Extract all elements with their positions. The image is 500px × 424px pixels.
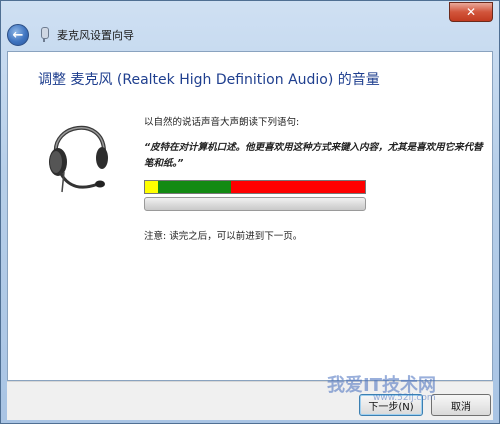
microphone-icon: [39, 27, 49, 43]
close-button[interactable]: ✕: [449, 2, 493, 22]
meter-segment-green: [158, 181, 231, 193]
back-button[interactable]: ←: [7, 24, 29, 46]
meter-segment-red: [230, 181, 365, 193]
back-arrow-icon: ←: [12, 27, 24, 43]
close-icon: ✕: [465, 5, 477, 19]
page-heading: 调整 麦克风 (Realtek High Definition Audio) 的…: [38, 72, 380, 88]
window-title: 麦克风设置向导: [57, 29, 134, 42]
instruction-text: 以自然的说话声音大声朗读下列语句:: [144, 117, 300, 128]
headset-icon: [49, 125, 108, 193]
meter-segment-yellow: [145, 181, 159, 193]
wizard-content: 调整 麦克风 (Realtek High Definition Audio) 的…: [7, 51, 493, 381]
quote-text: “皮特在对计算机口述。他更喜欢用这种方式来键入内容，尤其是喜欢用它来代替笔和纸。…: [144, 142, 483, 169]
cancel-button[interactable]: 取消: [431, 394, 491, 416]
wizard-window: ✕ ← 麦克风设置向导 调整 麦克风 (Realtek High Definit…: [0, 0, 500, 424]
note-text: 注意: 读完之后，可以前进到下一页。: [144, 231, 303, 242]
watermark-url: www.52ij.com: [373, 393, 436, 403]
volume-meter: [144, 180, 366, 194]
volume-level-bar: [144, 197, 366, 211]
title-bar: ← 麦克风设置向导: [7, 23, 493, 47]
